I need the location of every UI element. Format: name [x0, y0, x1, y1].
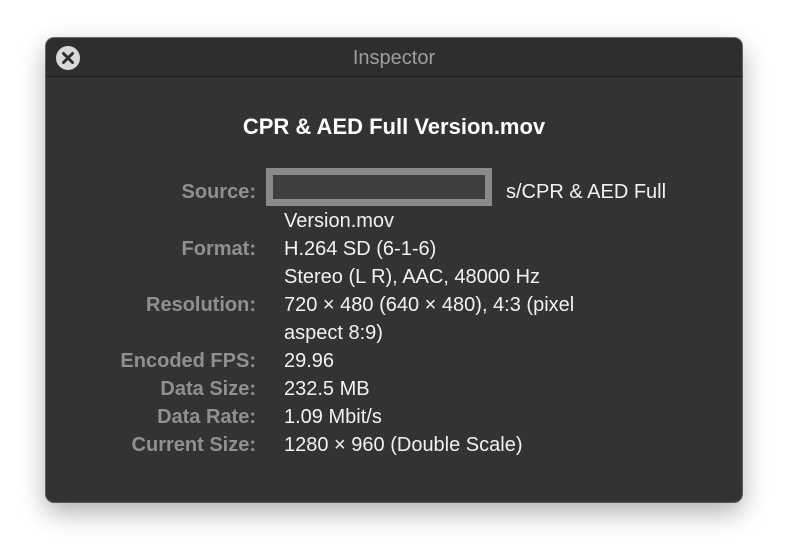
fps-value: 29.96 [284, 350, 335, 372]
resolution-value-line1: 720 × 480 (640 × 480), 4:3 (pixel [284, 294, 575, 316]
current-size-label: Current Size: [131, 434, 256, 456]
format-label: Format: [181, 238, 256, 260]
inspector-window: Inspector CPR & AED Full Version.mov Sou… [46, 38, 742, 502]
fps-label: Encoded FPS: [120, 350, 256, 372]
resolution-value-line2: aspect 8:9) [284, 322, 383, 344]
data-size-value: 232.5 MB [284, 378, 370, 400]
source-label: Source: [181, 181, 256, 203]
redacted-path-block [266, 168, 492, 206]
data-rate-value: 1.09 Mbit/s [284, 406, 382, 428]
resolution-label: Resolution: [146, 294, 256, 316]
file-name-title: CPR & AED Full Version.mov [242, 114, 546, 139]
window-title: Inspector [352, 47, 436, 69]
source-value-line1: s/CPR & AED Full [506, 181, 667, 203]
format-value-video: H.264 SD (6-1-6) [284, 238, 437, 260]
title-bar[interactable]: Inspector [46, 38, 742, 77]
data-size-label: Data Size: [160, 378, 256, 400]
data-rate-label: Data Rate: [157, 406, 256, 428]
current-size-value: 1280 × 960 (Double Scale) [284, 434, 523, 456]
source-value-line2: Version.mov [284, 210, 395, 232]
format-value-audio: Stereo (L R), AAC, 48000 Hz [284, 266, 541, 288]
